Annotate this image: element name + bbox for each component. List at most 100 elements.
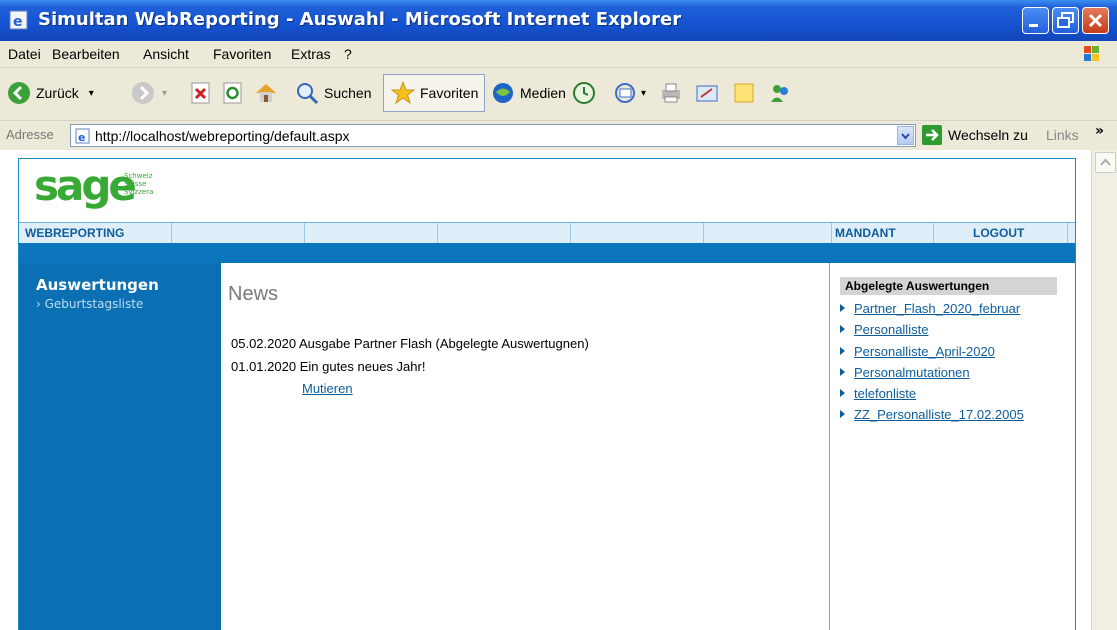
refresh-icon (223, 82, 242, 104)
close-icon (1088, 13, 1103, 28)
nav-webreporting[interactable]: WEBREPORTING (19, 223, 172, 243)
discuss-button[interactable] (731, 74, 757, 112)
saved-report-link[interactable]: telefonliste (840, 386, 916, 401)
mail-button[interactable]: ▾ (613, 74, 646, 112)
stop-icon (191, 82, 210, 104)
media-icon (493, 83, 513, 103)
close-button[interactable] (1082, 7, 1109, 34)
messenger-icon (771, 85, 788, 102)
nav-mandant-label: MANDANT (835, 226, 896, 240)
window-title-bar[interactable]: e Simultan WebReporting - Auswahl - Micr… (0, 0, 1117, 41)
page-icon: e (75, 128, 90, 144)
links-chevron-icon[interactable]: » (1095, 123, 1104, 139)
saved-report-label: Personalliste (854, 322, 929, 337)
sage-logo-sub-3: Svizzera (124, 188, 153, 196)
menu-bar: Datei Bearbeiten Ansicht Favoriten Extra… (0, 41, 1117, 68)
arrow-right-icon (840, 368, 845, 376)
nav-webreporting-label: WEBREPORTING (25, 226, 125, 240)
links-label[interactable]: Links (1046, 127, 1079, 143)
news-date: 05.02.2020 (231, 336, 297, 351)
ie-page-icon: e (9, 10, 28, 30)
messenger-button[interactable] (767, 74, 793, 112)
menu-extras[interactable]: Extras (291, 46, 331, 62)
saved-report-link[interactable]: ZZ_Personalliste_17.02.2005 (840, 407, 1024, 422)
nav-logout[interactable]: LOGOUT (933, 223, 1068, 243)
favorites-button[interactable]: Favoriten (383, 74, 486, 112)
nav-empty-5 (703, 223, 832, 243)
back-dropdown-icon[interactable]: ▾ (89, 88, 94, 99)
media-label: Medien (520, 85, 566, 101)
address-label: Adresse (6, 127, 54, 142)
search-icon (297, 83, 319, 105)
news-panel: News 05.02.2020 Ausgabe Partner Flash (A… (221, 263, 830, 630)
saved-report-link[interactable]: Personalliste_April-2020 (840, 344, 995, 359)
address-dropdown-button[interactable] (897, 126, 914, 145)
sage-logo-sub-2: Suisse (124, 180, 146, 188)
edit-icon (696, 85, 718, 102)
menu-ansicht[interactable]: Ansicht (143, 46, 189, 62)
home-button[interactable] (253, 74, 279, 112)
saved-report-link[interactable]: Personalliste (840, 322, 928, 337)
saved-report-link[interactable]: Partner_Flash_2020_februar (840, 301, 1020, 316)
chevron-down-icon (901, 133, 910, 140)
sage-logo-text: sage (34, 164, 135, 210)
forward-dropdown-icon[interactable]: ▾ (162, 88, 167, 99)
back-arrow-icon (8, 82, 30, 104)
left-sidebar: Auswertungen › Geburtstagsliste (19, 263, 221, 630)
restore-icon (1057, 12, 1074, 28)
maximize-button[interactable] (1052, 7, 1079, 34)
news-entry: 05.02.2020 Ausgabe Partner Flash (Abgele… (231, 336, 589, 351)
news-title: News (228, 283, 279, 305)
minimize-icon (1029, 24, 1038, 27)
search-label: Suchen (324, 85, 372, 101)
search-button[interactable]: Suchen (294, 74, 371, 112)
arrow-right-icon (840, 410, 845, 418)
forward-arrow-icon (132, 82, 154, 104)
chevron-up-icon (1100, 158, 1111, 166)
print-icon (662, 83, 680, 103)
arrow-right-icon (840, 389, 845, 397)
notes-icon (734, 83, 754, 103)
saved-report-label: telefonliste (854, 386, 917, 401)
nav-empty-4 (570, 223, 704, 243)
saved-report-label: Partner_Flash_2020_februar (854, 301, 1021, 316)
nav-empty-1 (171, 223, 305, 243)
menu-help[interactable]: ? (344, 46, 352, 62)
mail-dropdown-icon[interactable]: ▾ (641, 88, 646, 99)
back-label: Zurück (36, 85, 79, 101)
minimize-button[interactable] (1022, 7, 1049, 34)
edit-button[interactable] (694, 74, 720, 112)
stop-button[interactable] (188, 74, 214, 112)
news-entry: 01.01.2020 Ein gutes neues Jahr! (231, 359, 425, 374)
sidebar-item-geburtstagsliste[interactable]: › Geburtstagsliste (36, 297, 143, 311)
news-text: Ausgabe Partner Flash (Abgelegte Auswert… (298, 336, 589, 351)
saved-report-label: Personalmutationen (854, 365, 970, 380)
scroll-up-button[interactable] (1095, 152, 1116, 173)
go-button[interactable]: Wechseln zu (922, 125, 1028, 145)
vertical-scrollbar[interactable] (1091, 150, 1117, 630)
refresh-button[interactable] (220, 74, 246, 112)
menu-datei[interactable]: Datei (8, 46, 41, 62)
saved-reports-header: Abgelegte Auswertungen (840, 277, 1057, 295)
back-button[interactable]: Zurück ▾ (6, 74, 94, 112)
saved-reports-panel: Abgelegte Auswertungen Partner_Flash_202… (830, 263, 1075, 630)
window-title: Simultan WebReporting - Auswahl - Micros… (38, 9, 682, 30)
menu-favoriten[interactable]: Favoriten (213, 46, 271, 62)
news-date: 01.01.2020 (231, 359, 297, 374)
saved-report-label: ZZ_Personalliste_17.02.2005 (854, 407, 1024, 422)
mail-icon (615, 83, 635, 103)
sage-logo-graphic: sage Schweiz Suisse Svizzera (34, 161, 153, 210)
print-button[interactable] (658, 74, 684, 112)
edit-news-link[interactable]: Mutieren (302, 381, 353, 396)
nav-mandant[interactable]: MANDANT (831, 223, 934, 243)
history-icon (573, 82, 595, 104)
address-bar: Adresse e http://localhost/webreporting/… (0, 121, 1117, 151)
menu-bearbeiten[interactable]: Bearbeiten (52, 46, 120, 62)
news-text: Ein gutes neues Jahr! (299, 359, 426, 374)
forward-button[interactable]: ▾ (130, 74, 167, 112)
address-input[interactable]: e http://localhost/webreporting/default.… (70, 124, 916, 147)
saved-report-label: Personalliste_April-2020 (854, 344, 995, 359)
history-button[interactable] (571, 74, 597, 112)
saved-report-link[interactable]: Personalmutationen (840, 365, 970, 380)
media-button[interactable]: Medien (490, 74, 566, 112)
